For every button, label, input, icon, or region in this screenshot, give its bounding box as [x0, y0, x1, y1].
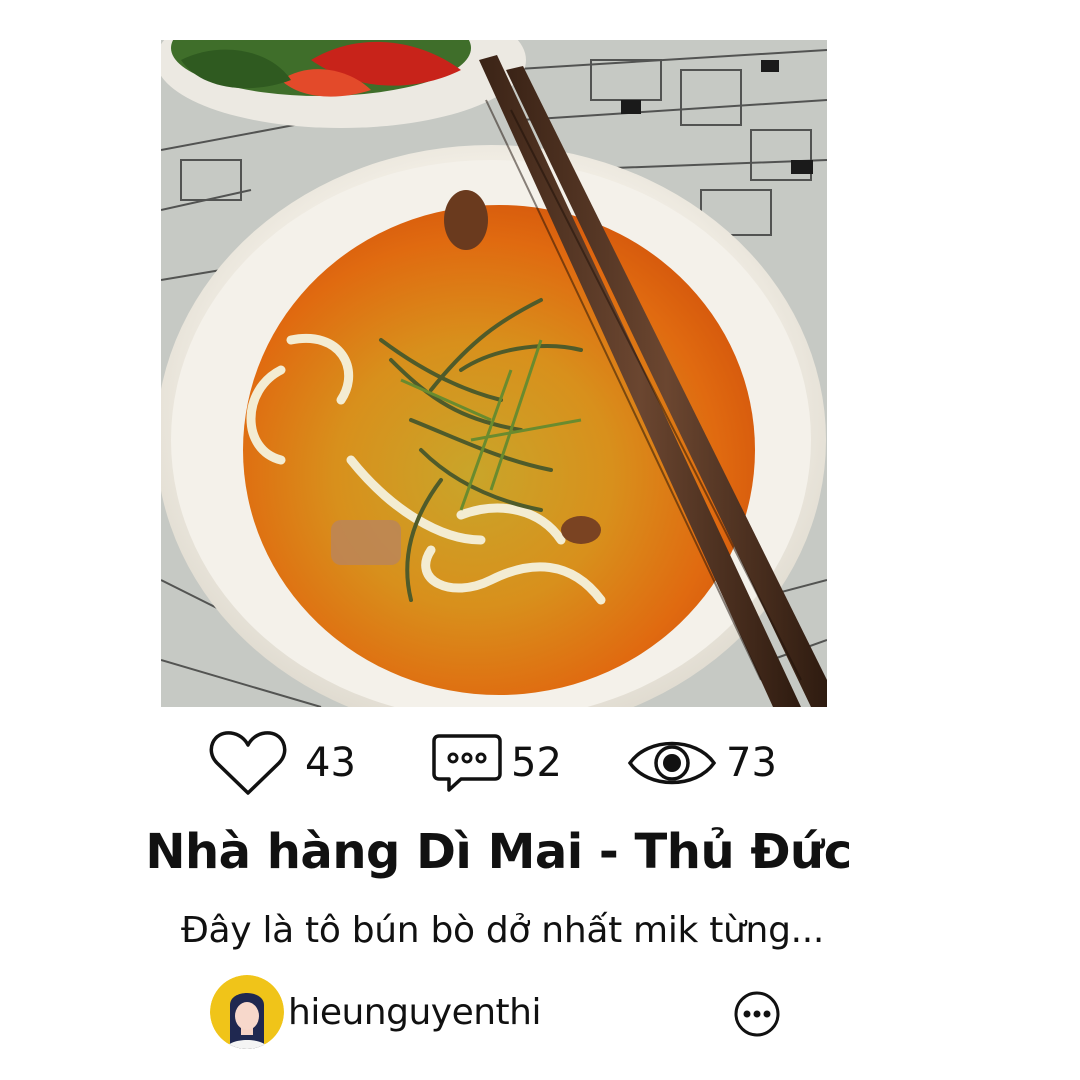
chat-bubble-icon[interactable]	[431, 730, 503, 796]
view-count: 73	[726, 740, 777, 786]
view-stat: 73	[626, 727, 777, 799]
post-description[interactable]: Đây là tô bún bò dở nhất mik từng...	[0, 904, 1005, 958]
heart-icon[interactable]	[207, 727, 289, 799]
post-photo[interactable]	[161, 40, 827, 707]
more-options-button[interactable]	[733, 990, 781, 1038]
post-stats: 43 52 73	[0, 727, 1080, 799]
comment-count: 52	[511, 740, 562, 786]
like-count: 43	[305, 740, 356, 786]
eye-icon	[626, 733, 718, 793]
author-info[interactable]: hieunguyenthi	[210, 975, 541, 1049]
post-title: Nhà hàng Dì Mai - Thủ Đức	[145, 824, 852, 880]
more-options-icon[interactable]	[733, 990, 781, 1038]
author-username[interactable]: hieunguyenthi	[288, 992, 541, 1033]
comment-stat[interactable]: 52	[431, 727, 562, 799]
avatar[interactable]	[210, 975, 284, 1049]
like-stat[interactable]: 43	[207, 727, 356, 799]
